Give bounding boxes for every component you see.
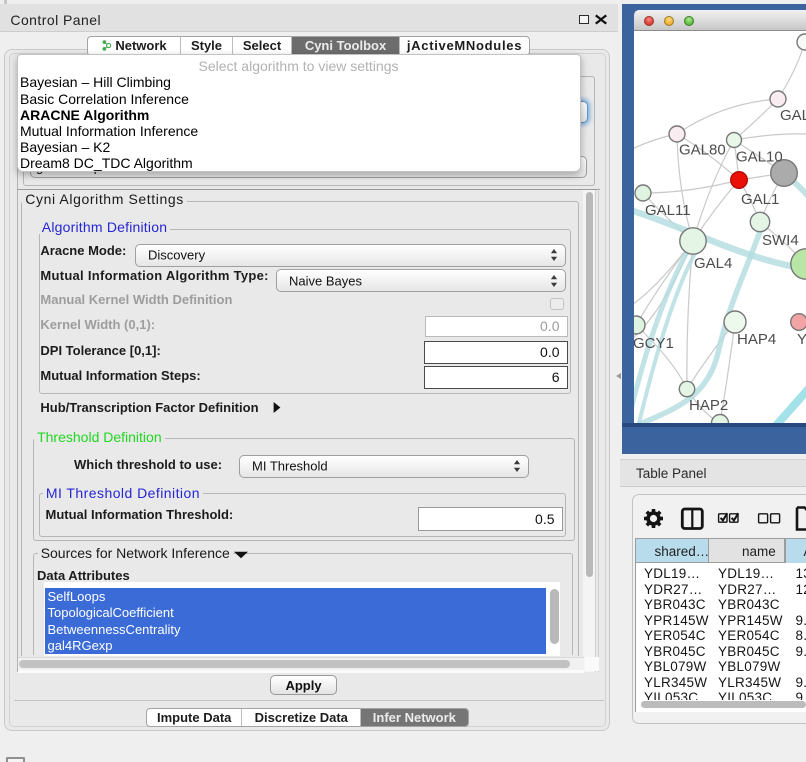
svg-text:GAL11: GAL11	[645, 202, 691, 219]
svg-text:Y: Y	[797, 331, 806, 348]
svg-text:GAL1: GAL1	[741, 191, 779, 208]
svg-text:HAP2: HAP2	[689, 397, 728, 414]
svg-text:GAL: GAL	[780, 107, 806, 124]
svg-text:GAL80: GAL80	[679, 142, 726, 159]
svg-text:SWI4: SWI4	[762, 232, 799, 249]
svg-text:GCY1: GCY1	[634, 335, 674, 352]
svg-text:GAL4: GAL4	[694, 255, 732, 272]
svg-text:GAL10: GAL10	[736, 149, 783, 166]
svg-text:HAP4: HAP4	[737, 331, 776, 348]
